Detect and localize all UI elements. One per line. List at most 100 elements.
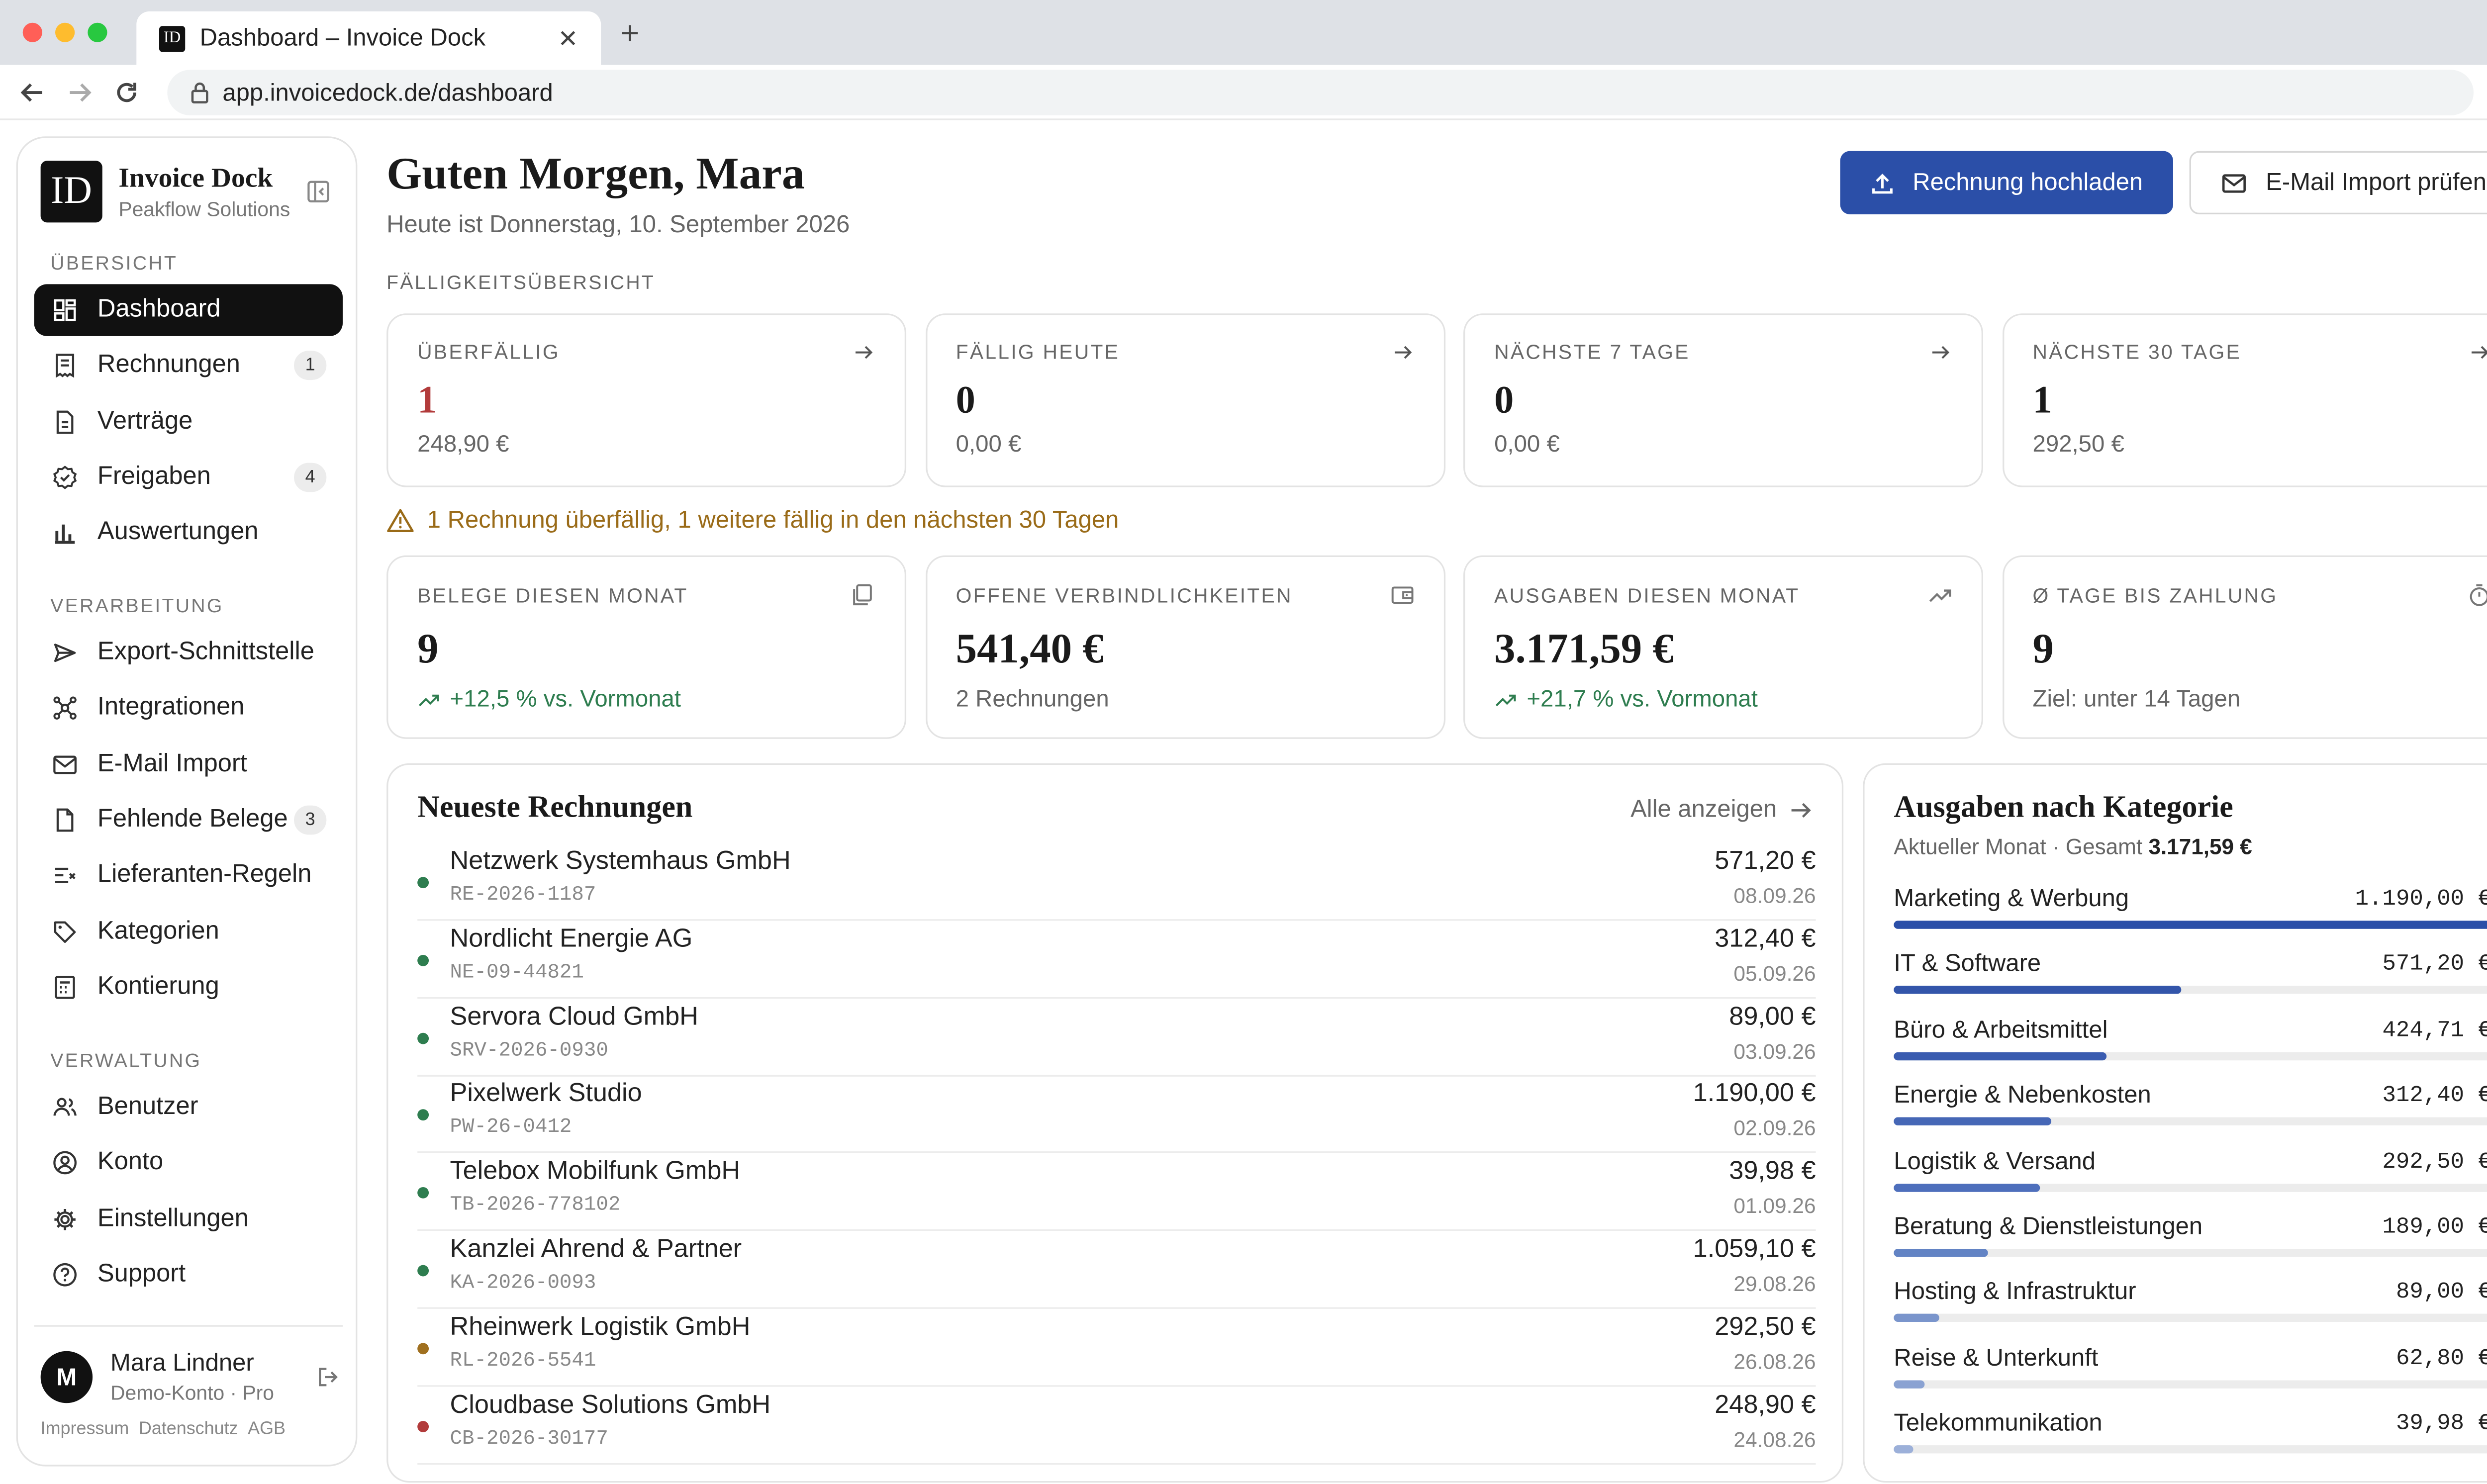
invoice-vendor: Pixelwerk Studio: [450, 1080, 642, 1109]
category-spending-title: Ausgaben nach Kategorie: [1894, 791, 2233, 825]
category-row[interactable]: Hosting & Infrastruktur 89,00 €: [1894, 1279, 2487, 1344]
kpi-sub: Ziel: unter 14 Tagen: [2033, 687, 2241, 713]
logout-icon[interactable]: [317, 1366, 340, 1389]
tab-close-icon[interactable]: ✕: [558, 23, 578, 53]
status-dot: [417, 1265, 429, 1277]
arrow-right-icon: [1391, 341, 1414, 364]
sidebar-item-label: Integrationen: [97, 694, 245, 722]
sidebar-item-benutzer[interactable]: Benutzer: [34, 1082, 343, 1133]
category-bar-track: [1894, 1445, 2487, 1454]
sidebar-item-einstellungen[interactable]: Einstellungen: [34, 1193, 343, 1245]
arrow-right-icon: [1929, 341, 1952, 364]
status-dot: [417, 877, 429, 889]
category-name: Logistik & Versand: [1894, 1147, 2096, 1175]
sidebar-item-vertraege[interactable]: Verträge: [34, 395, 343, 447]
category-bar-track: [1894, 1249, 2487, 1257]
sidebar-item-auswertungen[interactable]: Auswertungen: [34, 507, 343, 558]
kpi-sub: +21,7 % vs. Vormonat: [1494, 687, 1758, 713]
address-bar: app.invoicedock.de/dashboard: [0, 65, 2487, 120]
category-bar-fill: [1894, 986, 2181, 995]
category-row[interactable]: Telekommunikation 39,98 €: [1894, 1410, 2487, 1475]
forward-icon[interactable]: [63, 76, 96, 108]
kpi-value: 9: [417, 625, 439, 672]
user-profile[interactable]: M Mara Lindner Demo-Konto · Pro: [40, 1349, 274, 1404]
sidebar-item-label: Kontierung: [97, 972, 219, 1000]
due-card-naechste-30-tage[interactable]: NÄCHSTE 30 TAGE 1 292,50 €: [2002, 313, 2487, 487]
kpi-label: AUSGABEN DIESEN MONAT: [1494, 584, 1800, 608]
kpi-label: BELEGE DIESEN MONAT: [417, 584, 688, 608]
invoice-row[interactable]: Nordlicht Energie AG NE-09-44821 312,40 € 0…: [417, 921, 1816, 999]
category-bar-track: [1894, 1314, 2487, 1323]
dashboard-icon: [54, 299, 76, 321]
sidebar-item-kontierung[interactable]: Kontierung: [34, 961, 343, 1013]
sidebar-item-integrationen[interactable]: Integrationen: [34, 682, 343, 734]
copy-icon: [851, 583, 875, 607]
category-row[interactable]: Reise & Unterkunft 62,80 €: [1894, 1344, 2487, 1409]
overdue-warning: 1 Rechnung überfällig, 1 weitere fällig …: [386, 507, 1119, 534]
category-total: 3.171,59 €: [2148, 835, 2252, 859]
invoice-amount: 312,40 €: [1715, 925, 1816, 953]
agb-link[interactable]: AGB: [248, 1419, 286, 1439]
invoice-row[interactable]: Netzwerk Systemhaus GmbH RE-2026-1187 571,…: [417, 843, 1816, 921]
reload-icon[interactable]: [110, 76, 143, 108]
category-row[interactable]: Logistik & Versand 292,50 €: [1894, 1147, 2487, 1212]
invoice-row[interactable]: Telebox Mobilfunk GmbH TB-2026-778102 39,9…: [417, 1153, 1816, 1231]
new-tab-icon[interactable]: +: [620, 16, 639, 54]
category-row[interactable]: IT & Software 571,20 €: [1894, 950, 2487, 1016]
datenschutz-link[interactable]: Datenschutz: [139, 1419, 238, 1439]
lock-icon: [190, 81, 209, 104]
category-row[interactable]: Energie & Nebenkosten 312,40 €: [1894, 1082, 2487, 1147]
due-card-naechste-7-tage[interactable]: NÄCHSTE 7 TAGE 0 0,00 €: [1463, 313, 1983, 487]
sidebar-item-label: Verträge: [97, 407, 193, 435]
sidebar-item-e-mail-import[interactable]: E-Mail Import: [34, 738, 343, 790]
show-all-invoices-link[interactable]: Alle anzeigen: [1630, 796, 1813, 824]
invoice-number: CB-2026-30177: [450, 1426, 608, 1450]
invoice-row[interactable]: Rheinwerk Logistik GmbH RL-2026-5541 292,5…: [417, 1308, 1816, 1387]
sidebar-item-rechnungen[interactable]: Rechnungen 1: [34, 340, 343, 391]
back-icon[interactable]: [16, 76, 49, 108]
status-dot: [417, 1187, 429, 1199]
invoice-vendor: Rheinwerk Logistik GmbH: [450, 1313, 751, 1341]
due-card-count: 0: [956, 380, 975, 422]
browser-tab[interactable]: ID Dashboard – Invoice Dock ✕: [136, 11, 601, 65]
due-card-amount: 0,00 €: [956, 432, 1022, 458]
trend-up-icon: [419, 694, 439, 707]
upload-invoice-button[interactable]: Rechnung hochladen: [1840, 151, 2173, 215]
maximize-window-button[interactable]: [88, 22, 107, 42]
category-row[interactable]: Büro & Arbeitsmittel 424,71 €: [1894, 1016, 2487, 1081]
invoice-date: 26.08.26: [1733, 1349, 1816, 1374]
kpi-card-ausgaben-diesen-monat: AUSGABEN DIESEN MONAT 3.171,59 € +21,7 % v…: [1463, 555, 1983, 739]
check-email-import-button[interactable]: E-Mail Import prüfen: [2189, 151, 2487, 215]
url-field[interactable]: app.invoicedock.de/dashboard: [167, 70, 2474, 115]
sidebar-item-fehlende-belege[interactable]: Fehlende Belege 3: [34, 794, 343, 845]
close-window-button[interactable]: [22, 22, 42, 42]
brand[interactable]: ID Invoice Dock Peakflow Solutions: [40, 161, 290, 223]
collapse-sidebar-icon[interactable]: [307, 180, 330, 203]
category-bar-fill: [1894, 1249, 1989, 1257]
category-row[interactable]: Beratung & Dienstleistungen 189,00 €: [1894, 1213, 2487, 1278]
sidebar-item-kategorien[interactable]: Kategorien: [34, 905, 343, 957]
sidebar-badge: 3: [294, 805, 327, 835]
due-card-ueberfaellig[interactable]: ÜBERFÄLLIG 1 248,90 €: [386, 313, 907, 487]
category-bar-fill: [1894, 1314, 1939, 1323]
impressum-link[interactable]: Impressum: [41, 1419, 129, 1439]
sidebar-item-export-schnittstelle[interactable]: Export-Schnittstelle: [34, 627, 343, 678]
minimize-window-button[interactable]: [55, 22, 75, 42]
sidebar-item-konto[interactable]: Konto: [34, 1137, 343, 1189]
invoice-row[interactable]: Cloudbase Solutions GmbH CB-2026-30177 248…: [417, 1386, 1816, 1464]
upload-icon: [1870, 171, 1893, 194]
category-row[interactable]: Marketing & Werbung 1.190,00 €: [1894, 885, 2487, 950]
due-card-amount: 292,50 €: [2032, 432, 2124, 458]
invoice-row[interactable]: Kanzlei Ahrend & Partner KA-2026-0093 1.05…: [417, 1231, 1816, 1309]
sidebar-item-support[interactable]: Support: [34, 1249, 343, 1300]
sidebar-item-freigaben[interactable]: Freigaben 4: [34, 451, 343, 503]
sidebar-item-dashboard[interactable]: Dashboard: [34, 284, 343, 336]
mail-icon: [2222, 173, 2246, 192]
sidebar-item-lieferanten-regeln[interactable]: Lieferanten-Regeln: [34, 849, 343, 901]
category-value: 189,00 €: [2382, 1214, 2487, 1241]
invoice-row[interactable]: Servora Cloud GmbH SRV-2026-0930 89,00 € 03…: [417, 998, 1816, 1076]
sidebar-item-label: Kategorien: [97, 917, 219, 944]
category-bar-track: [1894, 1183, 2487, 1192]
due-card-faellig-heute[interactable]: FÄLLIG HEUTE 0 0,00 €: [925, 313, 1445, 487]
invoice-row[interactable]: Pixelwerk Studio PW-26-0412 1.190,00 € 02.0…: [417, 1076, 1816, 1154]
